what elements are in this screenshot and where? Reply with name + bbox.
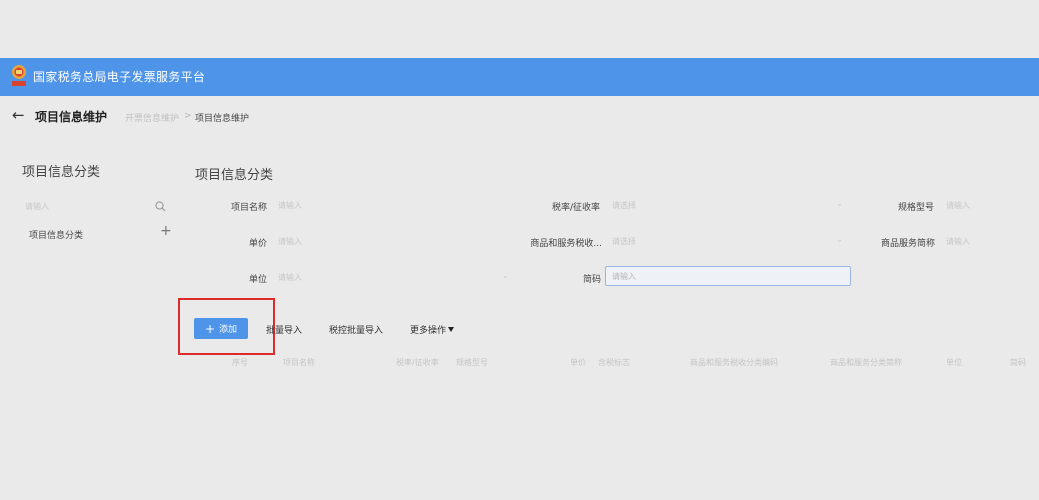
column-header-index: 序号 xyxy=(232,358,248,367)
caret-down-icon xyxy=(448,327,455,332)
column-header-tax-code: 商品和服务税收分类编码 xyxy=(690,358,778,367)
sidebar-search-input[interactable] xyxy=(22,199,148,213)
more-actions-label: 更多操作 xyxy=(410,326,447,336)
breadcrumb-separator: > xyxy=(184,111,192,121)
column-header-spec-model: 规格型号 xyxy=(456,358,488,367)
tax-emblem-icon xyxy=(12,65,26,86)
plus-icon: + xyxy=(204,321,216,336)
tax-rate-select[interactable]: 请选择 ⌄ xyxy=(610,196,850,214)
column-header-tax-flag: 含税标志 xyxy=(598,358,630,367)
item-name-input[interactable] xyxy=(276,196,510,214)
add-category-icon[interactable]: + xyxy=(160,224,172,238)
service-short-label: 商品服务简称 xyxy=(880,239,935,249)
page-title: 项目信息维护 xyxy=(35,110,108,124)
top-blank-area xyxy=(0,0,1039,58)
item-name-label: 项目名称 xyxy=(230,203,267,213)
column-header-unit: 单位 xyxy=(946,358,962,367)
main-section-title: 项目信息分类 xyxy=(195,168,274,183)
breadcrumb-item-current: 项目信息维护 xyxy=(195,114,250,124)
arrow-left-icon[interactable]: ← xyxy=(12,106,25,124)
spec-model-label: 规格型号 xyxy=(897,203,934,213)
unit-price-label: 单价 xyxy=(248,239,267,249)
unit-price-input[interactable] xyxy=(276,232,510,250)
batch-import-button[interactable]: 批量导入 xyxy=(266,323,302,336)
column-header-service-short: 商品和服务分类简称 xyxy=(830,358,902,367)
unit-input[interactable] xyxy=(276,268,480,286)
tax-code-label: 商品和服务税收... xyxy=(530,239,602,249)
chevron-down-icon: ⌄ xyxy=(836,199,843,208)
tax-code-placeholder: 请选择 xyxy=(612,237,636,246)
tax-code-select[interactable]: 请选择 ⌄ xyxy=(610,232,850,250)
short-code-label: 简码 xyxy=(582,275,601,285)
sidebar-search xyxy=(22,199,168,215)
tax-batch-import-button[interactable]: 税控批量导入 xyxy=(329,323,383,336)
column-header-short-code: 简码 xyxy=(1010,358,1026,367)
column-header-tax-rate: 税率/征收率 xyxy=(396,358,439,367)
more-actions-dropdown[interactable]: 更多操作 xyxy=(410,323,455,336)
add-button-label: 添加 xyxy=(219,324,238,335)
page-header: ← 项目信息维护 开票信息维护 > 项目信息维护 xyxy=(0,100,1039,132)
chevron-down-icon: ⌄ xyxy=(502,271,509,280)
tax-rate-label: 税率/征收率 xyxy=(551,203,600,213)
chevron-down-icon: ⌄ xyxy=(836,235,843,244)
search-icon[interactable] xyxy=(154,200,167,213)
spec-model-input[interactable] xyxy=(944,196,1038,214)
app-header: 国家税务总局电子发票服务平台 xyxy=(0,58,1039,96)
unit-label: 单位 xyxy=(248,275,267,285)
tax-rate-placeholder: 请选择 xyxy=(612,201,636,210)
unit-select[interactable]: ⌄ xyxy=(276,268,516,286)
breadcrumb-item-invoice-info[interactable]: 开票信息维护 xyxy=(125,111,179,124)
sidebar-title: 项目信息分类 xyxy=(22,165,101,180)
tree-item-category[interactable]: 项目信息分类 xyxy=(29,228,83,241)
add-button[interactable]: + 添加 xyxy=(194,318,248,339)
app-title: 国家税务总局电子发票服务平台 xyxy=(33,70,206,84)
column-header-item-name: 项目名称 xyxy=(283,358,315,367)
column-header-unit-price: 单价 xyxy=(570,358,586,367)
short-code-input[interactable] xyxy=(605,266,851,286)
service-short-input[interactable] xyxy=(944,232,1038,250)
